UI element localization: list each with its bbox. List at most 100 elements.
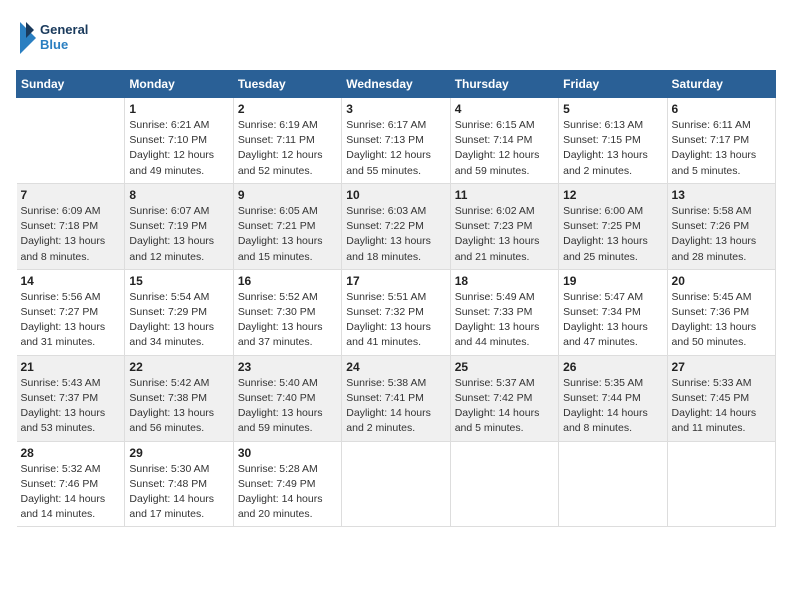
day-number: 14 (21, 274, 121, 288)
day-header-wednesday: Wednesday (342, 71, 450, 98)
day-number: 24 (346, 360, 445, 374)
day-number: 29 (129, 446, 228, 460)
day-info: Sunrise: 5:38 AM Sunset: 7:41 PM Dayligh… (346, 376, 445, 437)
day-number: 27 (672, 360, 771, 374)
day-info: Sunrise: 5:35 AM Sunset: 7:44 PM Dayligh… (563, 376, 662, 437)
day-info: Sunrise: 6:11 AM Sunset: 7:17 PM Dayligh… (672, 118, 771, 179)
day-number: 18 (455, 274, 554, 288)
day-number: 3 (346, 102, 445, 116)
day-number: 11 (455, 188, 554, 202)
day-info: Sunrise: 6:13 AM Sunset: 7:15 PM Dayligh… (563, 118, 662, 179)
calendar-week-row: 21 Sunrise: 5:43 AM Sunset: 7:37 PM Dayli… (17, 355, 776, 441)
day-number: 23 (238, 360, 337, 374)
calendar-cell: 22Sunrise: 5:42 AM Sunset: 7:38 PM Dayli… (125, 355, 233, 441)
calendar-cell (559, 441, 667, 527)
day-header-monday: Monday (125, 71, 233, 98)
calendar-cell: 7Sunrise: 6:09 AM Sunset: 7:18 PM Daylig… (17, 183, 125, 269)
day-number: 16 (238, 274, 337, 288)
day-info: Sunrise: 5:52 AM Sunset: 7:30 PM Dayligh… (238, 290, 337, 351)
calendar-cell (450, 441, 558, 527)
calendar-cell: 20 Sunrise: 5:45 AM Sunset: 7:36 PM Dayli… (667, 269, 775, 355)
calendar-cell (17, 98, 125, 184)
svg-text:General: General (40, 22, 88, 37)
day-info: Sunrise: 6:00 AM Sunset: 7:25 PM Dayligh… (563, 204, 662, 265)
day-header-sunday: Sunday (17, 71, 125, 98)
day-number: 20 (672, 274, 771, 288)
day-info: Sunrise: 6:05 AM Sunset: 7:21 PM Dayligh… (238, 204, 337, 265)
day-info: Sunrise: 5:28 AM Sunset: 7:49 PM Dayligh… (238, 462, 337, 523)
calendar-cell: 16 Sunrise: 5:52 AM Sunset: 7:30 PM Dayli… (233, 269, 341, 355)
calendar-cell: 6 Sunrise: 6:11 AM Sunset: 7:17 PM Daylig… (667, 98, 775, 184)
day-info: Sunrise: 5:45 AM Sunset: 7:36 PM Dayligh… (672, 290, 771, 351)
day-info: Sunrise: 6:21 AM Sunset: 7:10 PM Dayligh… (129, 118, 228, 179)
day-number: 26 (563, 360, 662, 374)
day-info: Sunrise: 5:49 AM Sunset: 7:33 PM Dayligh… (455, 290, 554, 351)
day-info: Sunrise: 6:03 AM Sunset: 7:22 PM Dayligh… (346, 204, 445, 265)
day-info: Sunrise: 5:33 AM Sunset: 7:45 PM Dayligh… (672, 376, 771, 437)
calendar-cell: 9 Sunrise: 6:05 AM Sunset: 7:21 PM Daylig… (233, 183, 341, 269)
calendar-cell (667, 441, 775, 527)
calendar-week-row: 7Sunrise: 6:09 AM Sunset: 7:18 PM Daylig… (17, 183, 776, 269)
calendar-cell: 2Sunrise: 6:19 AM Sunset: 7:11 PM Daylig… (233, 98, 341, 184)
day-number: 25 (455, 360, 554, 374)
day-info: Sunrise: 6:07 AM Sunset: 7:19 PM Dayligh… (129, 204, 228, 265)
day-info: Sunrise: 6:02 AM Sunset: 7:23 PM Dayligh… (455, 204, 554, 265)
calendar-cell: 1 Sunrise: 6:21 AM Sunset: 7:10 PM Daylig… (125, 98, 233, 184)
day-number: 15 (129, 274, 228, 288)
day-header-friday: Friday (559, 71, 667, 98)
day-info: Sunrise: 6:15 AM Sunset: 7:14 PM Dayligh… (455, 118, 554, 179)
day-info: Sunrise: 5:51 AM Sunset: 7:32 PM Dayligh… (346, 290, 445, 351)
day-info: Sunrise: 6:19 AM Sunset: 7:11 PM Dayligh… (238, 118, 337, 179)
day-info: Sunrise: 6:09 AM Sunset: 7:18 PM Dayligh… (21, 204, 121, 265)
day-number: 28 (21, 446, 121, 460)
calendar-cell: 30 Sunrise: 5:28 AM Sunset: 7:49 PM Dayli… (233, 441, 341, 527)
calendar-header-row: SundayMondayTuesdayWednesdayThursdayFrid… (17, 71, 776, 98)
calendar-week-row: 14 Sunrise: 5:56 AM Sunset: 7:27 PM Dayli… (17, 269, 776, 355)
day-info: Sunrise: 5:54 AM Sunset: 7:29 PM Dayligh… (129, 290, 228, 351)
day-info: Sunrise: 5:37 AM Sunset: 7:42 PM Dayligh… (455, 376, 554, 437)
day-info: Sunrise: 5:32 AM Sunset: 7:46 PM Dayligh… (21, 462, 121, 523)
calendar-cell: 27 Sunrise: 5:33 AM Sunset: 7:45 PM Dayli… (667, 355, 775, 441)
day-info: Sunrise: 5:40 AM Sunset: 7:40 PM Dayligh… (238, 376, 337, 437)
day-number: 5 (563, 102, 662, 116)
calendar-cell: 14 Sunrise: 5:56 AM Sunset: 7:27 PM Dayli… (17, 269, 125, 355)
calendar-table: SundayMondayTuesdayWednesdayThursdayFrid… (16, 70, 776, 527)
calendar-cell: 15 Sunrise: 5:54 AM Sunset: 7:29 PM Dayli… (125, 269, 233, 355)
calendar-cell: 18 Sunrise: 5:49 AM Sunset: 7:33 PM Dayli… (450, 269, 558, 355)
calendar-cell: 25 Sunrise: 5:37 AM Sunset: 7:42 PM Dayli… (450, 355, 558, 441)
day-info: Sunrise: 5:30 AM Sunset: 7:48 PM Dayligh… (129, 462, 228, 523)
day-info: Sunrise: 5:58 AM Sunset: 7:26 PM Dayligh… (672, 204, 771, 265)
calendar-cell: 5 Sunrise: 6:13 AM Sunset: 7:15 PM Daylig… (559, 98, 667, 184)
calendar-cell: 24 Sunrise: 5:38 AM Sunset: 7:41 PM Dayli… (342, 355, 450, 441)
day-header-saturday: Saturday (667, 71, 775, 98)
calendar-cell: 21 Sunrise: 5:43 AM Sunset: 7:37 PM Dayli… (17, 355, 125, 441)
day-number: 10 (346, 188, 445, 202)
day-info: Sunrise: 5:43 AM Sunset: 7:37 PM Dayligh… (21, 376, 121, 437)
calendar-cell: 12 Sunrise: 6:00 AM Sunset: 7:25 PM Dayli… (559, 183, 667, 269)
day-number: 21 (21, 360, 121, 374)
logo: General Blue (16, 16, 96, 60)
day-info: Sunrise: 5:56 AM Sunset: 7:27 PM Dayligh… (21, 290, 121, 351)
calendar-cell: 11 Sunrise: 6:02 AM Sunset: 7:23 PM Dayli… (450, 183, 558, 269)
day-info: Sunrise: 5:47 AM Sunset: 7:34 PM Dayligh… (563, 290, 662, 351)
day-number: 19 (563, 274, 662, 288)
calendar-week-row: 1 Sunrise: 6:21 AM Sunset: 7:10 PM Daylig… (17, 98, 776, 184)
calendar-cell: 17Sunrise: 5:51 AM Sunset: 7:32 PM Dayli… (342, 269, 450, 355)
day-number: 30 (238, 446, 337, 460)
calendar-week-row: 28 Sunrise: 5:32 AM Sunset: 7:46 PM Dayli… (17, 441, 776, 527)
page-header: General Blue (16, 16, 776, 60)
day-number: 22 (129, 360, 228, 374)
day-number: 9 (238, 188, 337, 202)
day-number: 8 (129, 188, 228, 202)
calendar-cell: 26 Sunrise: 5:35 AM Sunset: 7:44 PM Dayli… (559, 355, 667, 441)
day-header-thursday: Thursday (450, 71, 558, 98)
calendar-cell (342, 441, 450, 527)
calendar-cell: 3Sunrise: 6:17 AM Sunset: 7:13 PM Daylig… (342, 98, 450, 184)
day-number: 12 (563, 188, 662, 202)
calendar-cell: 13 Sunrise: 5:58 AM Sunset: 7:26 PM Dayli… (667, 183, 775, 269)
day-number: 6 (672, 102, 771, 116)
calendar-cell: 29 Sunrise: 5:30 AM Sunset: 7:48 PM Dayli… (125, 441, 233, 527)
day-number: 13 (672, 188, 771, 202)
calendar-cell: 4Sunrise: 6:15 AM Sunset: 7:14 PM Daylig… (450, 98, 558, 184)
day-number: 1 (129, 102, 228, 116)
